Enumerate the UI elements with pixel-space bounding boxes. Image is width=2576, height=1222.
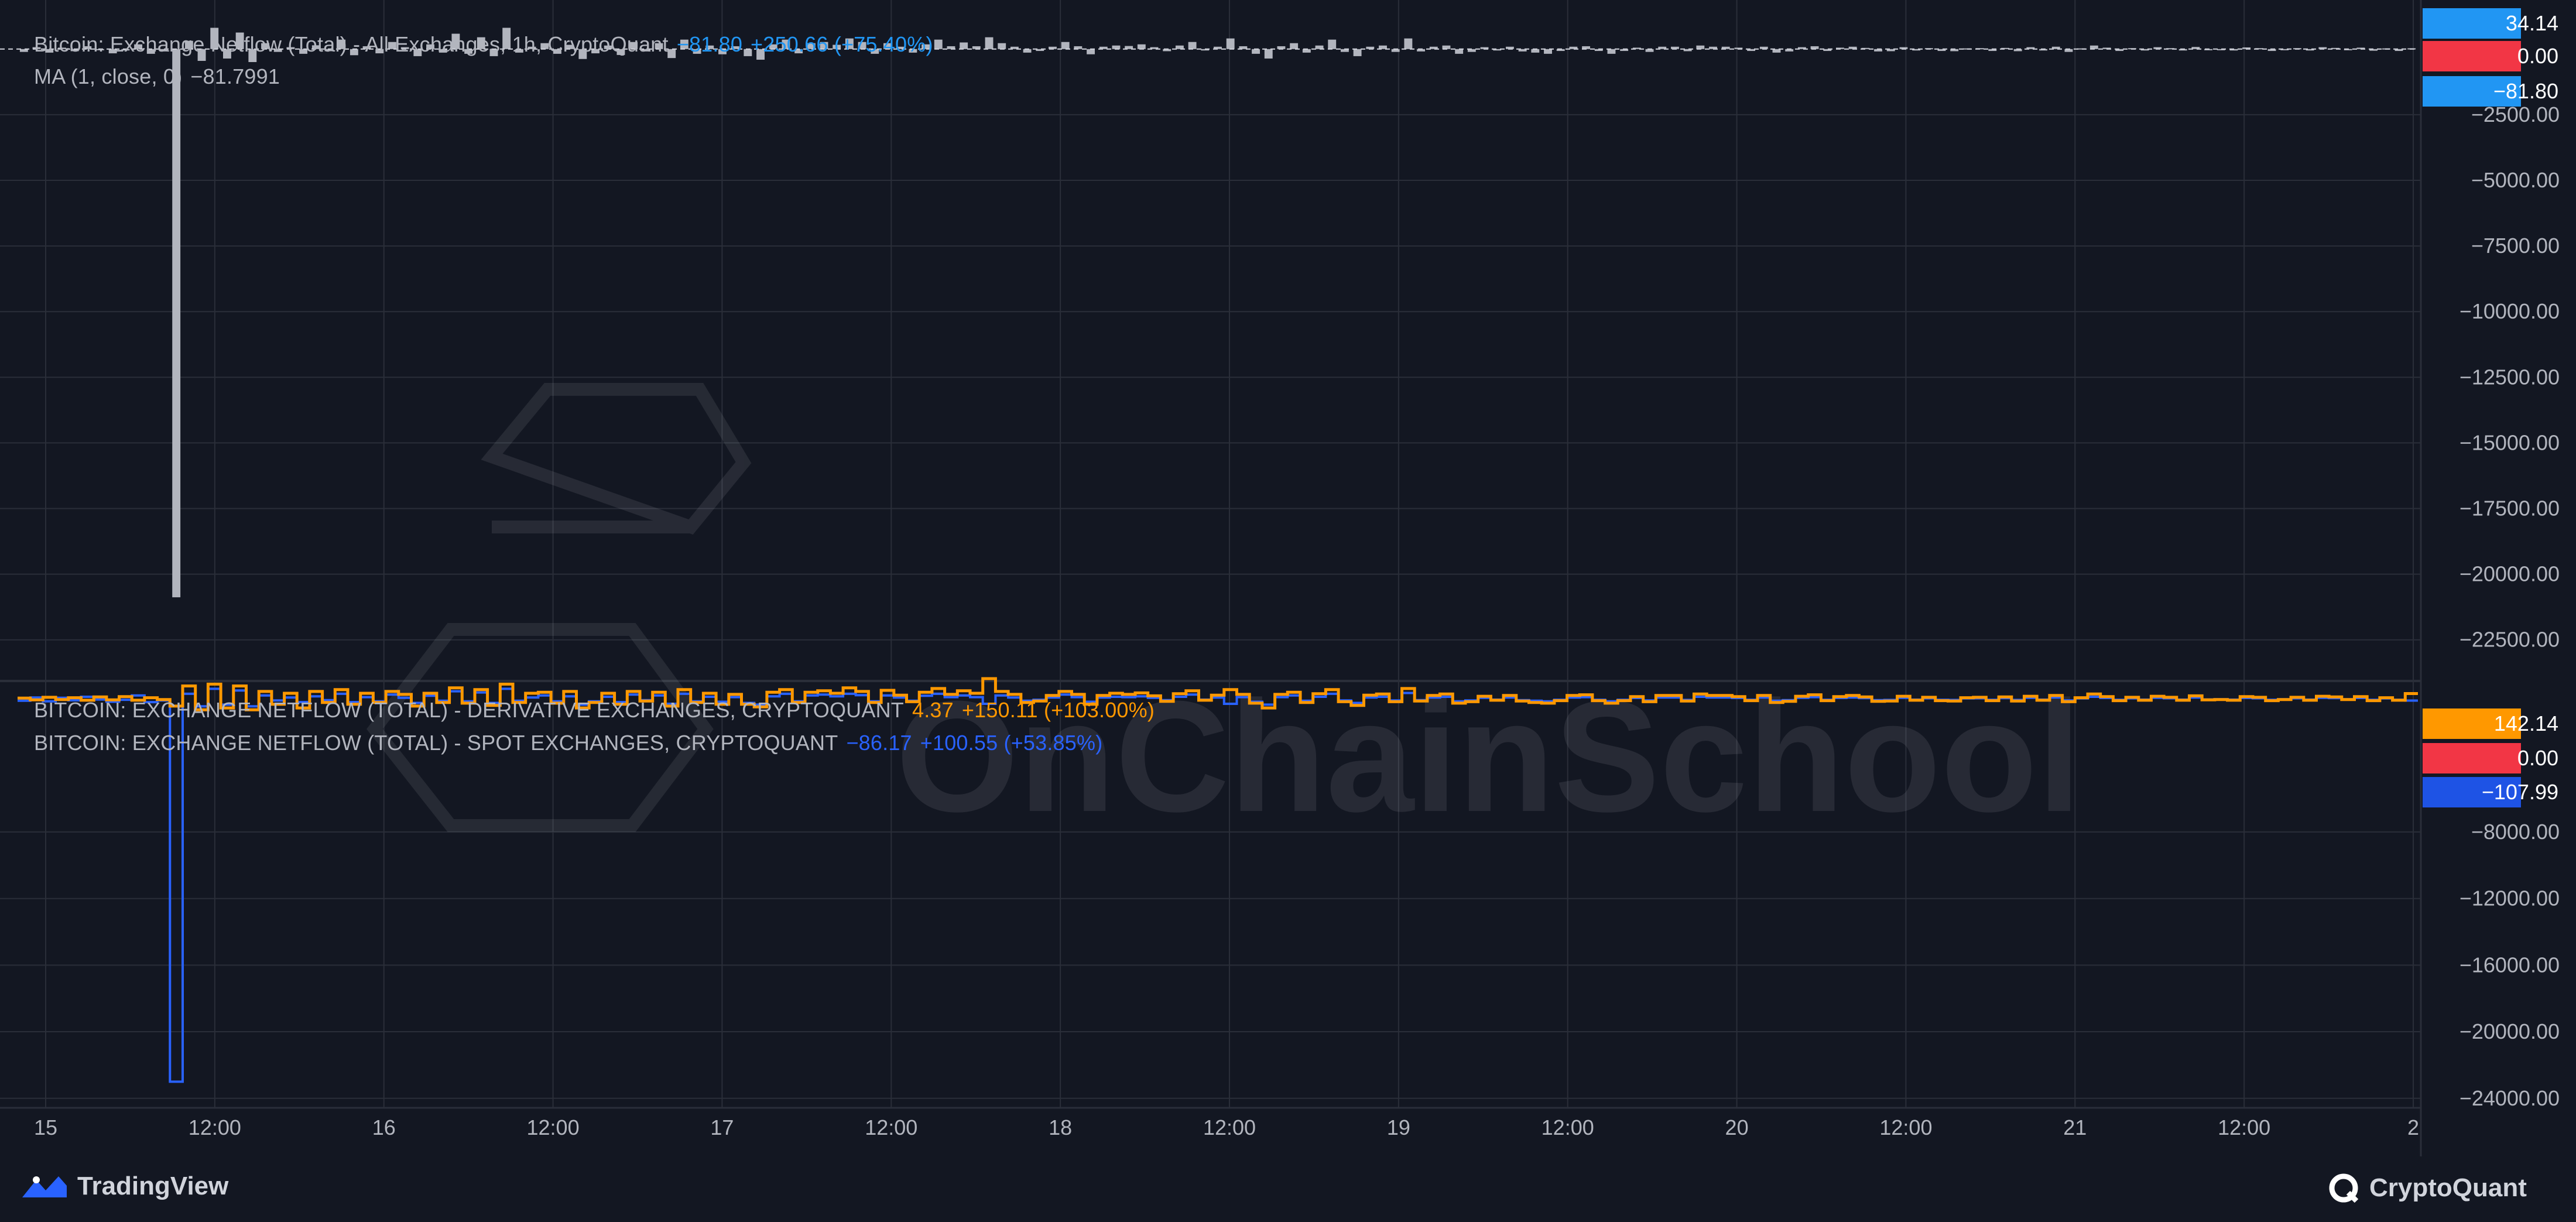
tradingview-brand-text: TradingView <box>77 1172 229 1200</box>
x-tick-label: 2 <box>2407 1115 2419 1139</box>
bottom-price-tag-zero-label: 0.00 <box>2517 746 2558 770</box>
y-tick-label: −7500.00 <box>2471 234 2560 258</box>
top-price-tag-zero-bg <box>2423 41 2521 71</box>
y-tick-label: −24000.00 <box>2459 1086 2560 1110</box>
x-tick-label: 12:00 <box>865 1115 917 1139</box>
y-tick-label: −22500.00 <box>2459 628 2560 652</box>
y-tick-label: −16000.00 <box>2459 953 2560 977</box>
y-tick-label: −17500.00 <box>2459 497 2560 521</box>
netflow-bar <box>1061 42 1070 49</box>
spot-legend-title: BITCOIN: EXCHANGE NETFLOW (TOTAL) - SPOT… <box>34 731 838 755</box>
main-legend-title: Bitcoin: Exchange Netflow (Total) - All … <box>34 32 669 56</box>
x-tick-label: 15 <box>34 1115 57 1139</box>
x-tick-label: 12:00 <box>1203 1115 1256 1139</box>
x-tick-label: 19 <box>1387 1115 1410 1139</box>
top-price-tag-max: 34.14 <box>2423 8 2558 39</box>
derivative-legend-change: +150.11 (+103.00%) <box>961 698 1155 722</box>
y-tick-label: −15000.00 <box>2459 430 2560 454</box>
x-tick-label: 12:00 <box>1542 1115 1594 1139</box>
netflow-bar <box>1252 49 1260 54</box>
netflow-bar <box>1455 49 1464 54</box>
bottom-price-tag-zero: 0.00 <box>2423 743 2558 773</box>
y-tick-label: −8000.00 <box>2471 820 2560 844</box>
top-price-tag-max-label: 34.14 <box>2506 11 2558 35</box>
cryptoquant-brand[interactable]: CryptoQuant <box>2327 1172 2527 1204</box>
netflow-bar <box>1404 38 1413 49</box>
netflow-bar <box>1226 38 1235 49</box>
chart-root: OnChainSchool 15 12:00 16 12:00 17 12:00 18 12:… <box>0 0 2576 1222</box>
netflow-bar <box>998 43 1006 49</box>
x-tick-label: 12:00 <box>1879 1115 1932 1139</box>
price-tags: 34.14 0.00 −81.80 142.14 0.00 −107.99 <box>2423 8 2558 807</box>
watermark-logo: OnChainSchool <box>366 383 2081 845</box>
top-price-tag-last-label: −81.80 <box>2493 79 2558 103</box>
axes: 15 12:00 16 12:00 17 12:00 18 12:00 19 12:00 20 12:… <box>34 102 2560 1139</box>
main-legend-change: +250.66 (+75.40%) <box>751 32 933 56</box>
x-tick-label: 17 <box>710 1115 734 1139</box>
x-tick-label: 12:00 <box>527 1115 580 1139</box>
bottom-price-tag-spot-label: −107.99 <box>2482 780 2558 804</box>
chart-canvas[interactable]: OnChainSchool 15 12:00 16 12:00 17 12:00 18 12:… <box>0 0 2576 1222</box>
derivative-legend[interactable]: BITCOIN: EXCHANGE NETFLOW (TOTAL) - DERI… <box>34 698 1163 723</box>
cryptoquant-logo-icon <box>2329 1173 2359 1203</box>
netflow-bar <box>1188 42 1197 49</box>
netflow-bar <box>1290 43 1299 49</box>
x-tick-label: 12:00 <box>2218 1115 2270 1139</box>
watermark-hexagon-top <box>481 383 752 535</box>
spot-legend[interactable]: BITCOIN: EXCHANGE NETFLOW (TOTAL) - SPOT… <box>34 731 1111 755</box>
top-price-tag-last: −81.80 <box>2423 76 2558 107</box>
netflow-bar <box>1607 49 1616 54</box>
bottom-price-tag-zero-bg <box>2423 743 2521 773</box>
ma-legend[interactable]: MA (1, close, 0) −81.7991 <box>34 64 288 89</box>
cryptoquant-brand-text: CryptoQuant <box>2369 1173 2527 1202</box>
grid-lines <box>0 0 2576 1156</box>
netflow-bar <box>1544 49 1552 54</box>
tradingview-brand[interactable]: TradingView <box>20 1172 228 1201</box>
spot-legend-change: +100.55 (+53.85%) <box>920 731 1103 755</box>
y-tick-label: −10000.00 <box>2459 299 2560 323</box>
y-tick-label: −5000.00 <box>2471 168 2560 192</box>
main-legend[interactable]: Bitcoin: Exchange Netflow (Total) - All … <box>34 32 941 57</box>
top-price-tag-zero: 0.00 <box>2423 41 2558 71</box>
derivative-legend-title: BITCOIN: EXCHANGE NETFLOW (TOTAL) - DERI… <box>34 698 904 722</box>
spot-legend-last: −86.17 <box>846 731 912 755</box>
main-legend-last: −81.80 <box>676 32 743 56</box>
ma-legend-value: −81.7991 <box>190 64 280 88</box>
netflow-bar <box>1353 49 1362 56</box>
y-tick-label: −12500.00 <box>2459 365 2560 389</box>
watermark-hexagon-bottom <box>366 623 714 832</box>
bottom-price-tag-derivative-label: 142.14 <box>2494 711 2558 735</box>
x-tick-label: 20 <box>1725 1115 1749 1139</box>
netflow-bar <box>1328 39 1337 49</box>
x-tick-label: 12:00 <box>189 1115 241 1139</box>
x-tick-label: 18 <box>1049 1115 1072 1139</box>
y-tick-label: −12000.00 <box>2459 886 2560 910</box>
ma-legend-label: MA (1, close, 0) <box>34 64 183 88</box>
tradingview-logo-icon <box>22 1176 67 1197</box>
y-tick-label: −20000.00 <box>2459 562 2560 586</box>
bottom-price-tag-derivative: 142.14 <box>2423 708 2558 739</box>
x-tick-label: 16 <box>372 1115 396 1139</box>
footer-bar: TradingView CryptoQuant <box>0 1156 2576 1222</box>
netflow-bar <box>1087 49 1095 54</box>
netflow-bar <box>960 42 968 49</box>
netflow-bar <box>1264 49 1273 59</box>
top-price-tag-zero-label: 0.00 <box>2517 44 2558 68</box>
netflow-bar <box>1137 44 1146 49</box>
top-bar-series <box>0 28 2418 598</box>
derivative-legend-last: 4.37 <box>912 698 954 722</box>
chart-frame <box>0 0 2576 1156</box>
bottom-price-tag-spot: −107.99 <box>2423 777 2558 807</box>
y-tick-label: −20000.00 <box>2459 1019 2560 1043</box>
netflow-bar <box>172 49 181 598</box>
netflow-bar <box>985 37 994 49</box>
x-tick-label: 21 <box>2063 1115 2087 1139</box>
